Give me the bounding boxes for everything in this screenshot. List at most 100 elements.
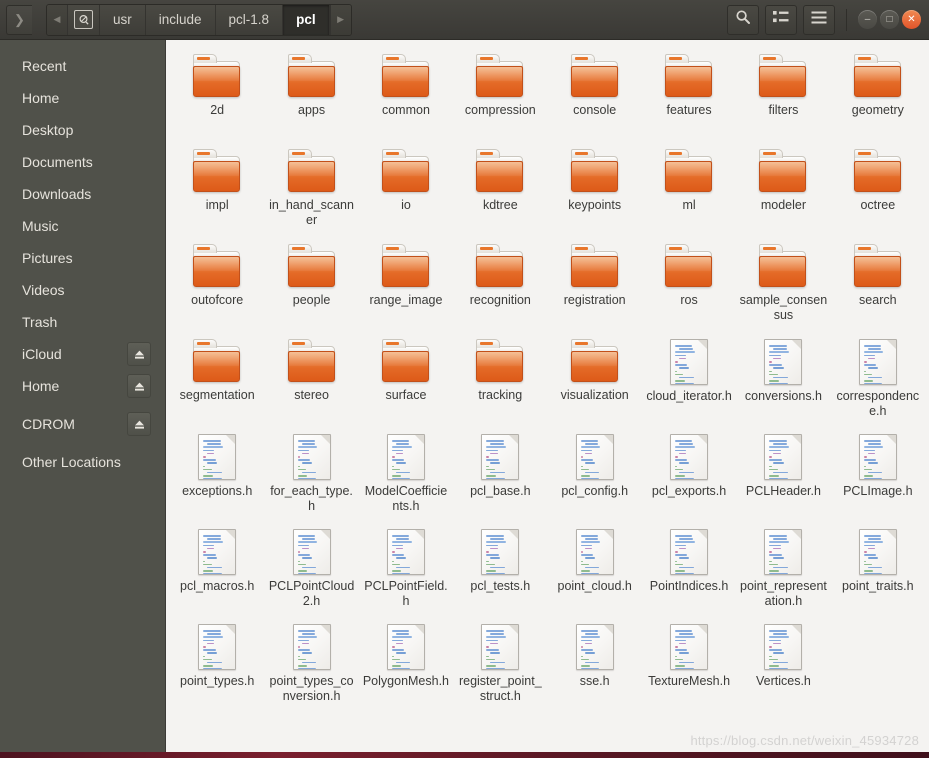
folder-item[interactable]: outofcore — [170, 238, 264, 333]
folder-item[interactable]: modeler — [736, 143, 830, 238]
sidebar-item-pictures[interactable]: Pictures — [0, 242, 165, 274]
folder-item[interactable]: visualization — [548, 333, 642, 428]
folder-icon — [380, 339, 432, 384]
file-item[interactable]: ModelCoefficients.h — [359, 428, 453, 523]
file-item[interactable]: pcl_tests.h — [453, 523, 547, 618]
file-label: pcl_macros.h — [180, 579, 255, 593]
sidebar-item-other-locations[interactable]: Other Locations — [0, 446, 165, 478]
folder-item[interactable]: tracking — [453, 333, 547, 428]
file-item[interactable]: Vertices.h — [736, 618, 830, 713]
file-item[interactable]: PolygonMesh.h — [359, 618, 453, 713]
file-item[interactable]: pcl_exports.h — [642, 428, 736, 523]
breadcrumb-item-pcl-1-8[interactable]: pcl-1.8 — [215, 4, 284, 35]
folder-item[interactable]: registration — [548, 238, 642, 333]
folder-item[interactable]: recognition — [453, 238, 547, 333]
folder-item[interactable]: surface — [359, 333, 453, 428]
sidebar-item-desktop[interactable]: Desktop — [0, 114, 165, 146]
folder-item[interactable]: 2d — [170, 48, 264, 143]
file-item[interactable]: exceptions.h — [170, 428, 264, 523]
breadcrumb-item-usr[interactable]: usr — [100, 4, 146, 35]
sidebar-item-videos[interactable]: Videos — [0, 274, 165, 306]
view-toggle-button[interactable] — [765, 4, 797, 35]
folder-item[interactable]: range_image — [359, 238, 453, 333]
folder-item[interactable]: filters — [736, 48, 830, 143]
folder-item[interactable]: ml — [642, 143, 736, 238]
folder-item[interactable]: console — [548, 48, 642, 143]
file-item[interactable]: pcl_macros.h — [170, 523, 264, 618]
file-item[interactable]: point_types_conversion.h — [264, 618, 358, 713]
sidebar-item-home[interactable]: Home — [0, 370, 165, 402]
folder-item[interactable]: octree — [831, 143, 925, 238]
file-item[interactable]: conversions.h — [736, 333, 830, 428]
file-item[interactable]: PCLPointCloud2.h — [264, 523, 358, 618]
file-item[interactable]: pcl_config.h — [548, 428, 642, 523]
folder-item[interactable]: stereo — [264, 333, 358, 428]
icon-wrapper — [474, 149, 526, 194]
sidebar-item-documents[interactable]: Documents — [0, 146, 165, 178]
file-item[interactable]: point_types.h — [170, 618, 264, 713]
file-item[interactable]: PCLHeader.h — [736, 428, 830, 523]
folder-item[interactable]: compression — [453, 48, 547, 143]
sidebar-item-cdrom[interactable]: CDROM — [0, 408, 165, 440]
folder-item[interactable]: common — [359, 48, 453, 143]
breadcrumb: ◀ usr include pcl-1.8 pcl ▶ — [46, 3, 352, 36]
file-item[interactable]: PCLImage.h — [831, 428, 925, 523]
folder-item[interactable]: keypoints — [548, 143, 642, 238]
sidebar-item-downloads[interactable]: Downloads — [0, 178, 165, 210]
close-button[interactable]: ✕ — [902, 10, 921, 29]
file-item[interactable]: point_representation.h — [736, 523, 830, 618]
minimize-button[interactable]: – — [858, 10, 877, 29]
file-list-view[interactable]: 2d apps common compression console features fi… — [166, 40, 929, 752]
folder-label: common — [381, 103, 430, 117]
sidebar-item-icloud[interactable]: iCloud — [0, 338, 165, 370]
sidebar-item-label: CDROM — [22, 416, 75, 432]
sidebar-item-music[interactable]: Music — [0, 210, 165, 242]
file-label: PCLPointCloud2.h — [268, 579, 355, 608]
menu-button[interactable] — [803, 4, 835, 35]
file-item[interactable]: sse.h — [548, 618, 642, 713]
folder-label: range_image — [369, 293, 443, 307]
breadcrumb-item-root[interactable] — [68, 4, 100, 35]
file-item[interactable]: register_point_struct.h — [453, 618, 547, 713]
folder-item[interactable]: people — [264, 238, 358, 333]
maximize-button[interactable]: □ — [880, 10, 899, 29]
folder-item[interactable]: io — [359, 143, 453, 238]
eject-button[interactable] — [127, 412, 151, 436]
breadcrumb-scroll-left-button[interactable]: ◀ — [47, 4, 68, 35]
breadcrumb-label: include — [158, 12, 202, 27]
breadcrumb-item-pcl[interactable]: pcl — [283, 4, 330, 35]
eject-button[interactable] — [127, 374, 151, 398]
file-item[interactable]: point_traits.h — [831, 523, 925, 618]
folder-item[interactable]: search — [831, 238, 925, 333]
search-button[interactable] — [727, 4, 759, 35]
eject-button[interactable] — [127, 342, 151, 366]
file-item[interactable]: correspondence.h — [831, 333, 925, 428]
file-item[interactable]: TextureMesh.h — [642, 618, 736, 713]
folder-item[interactable]: apps — [264, 48, 358, 143]
folder-item[interactable]: geometry — [831, 48, 925, 143]
file-item[interactable]: point_cloud.h — [548, 523, 642, 618]
file-item[interactable]: PointIndices.h — [642, 523, 736, 618]
source-file-icon — [481, 529, 520, 575]
icon-wrapper — [663, 54, 715, 99]
folder-item[interactable]: in_hand_scanner — [264, 143, 358, 238]
sidebar-item-home[interactable]: Home — [0, 82, 165, 114]
icon-wrapper — [852, 149, 904, 194]
file-item[interactable]: PCLPointField.h — [359, 523, 453, 618]
history-forward-button[interactable]: ❯ — [6, 4, 32, 35]
folder-item[interactable]: kdtree — [453, 143, 547, 238]
icon-wrapper — [670, 624, 709, 670]
file-item[interactable]: cloud_iterator.h — [642, 333, 736, 428]
file-item[interactable]: for_each_type.h — [264, 428, 358, 523]
folder-item[interactable]: impl — [170, 143, 264, 238]
breadcrumb-item-include[interactable]: include — [145, 4, 216, 35]
folder-item[interactable]: features — [642, 48, 736, 143]
file-item[interactable]: pcl_base.h — [453, 428, 547, 523]
folder-item[interactable]: sample_consensus — [736, 238, 830, 333]
sidebar-item-trash[interactable]: Trash — [0, 306, 165, 338]
breadcrumb-scroll-right-button[interactable]: ▶ — [329, 4, 351, 35]
folder-label: visualization — [560, 388, 629, 402]
folder-item[interactable]: segmentation — [170, 333, 264, 428]
sidebar-item-recent[interactable]: Recent — [0, 50, 165, 82]
folder-item[interactable]: ros — [642, 238, 736, 333]
